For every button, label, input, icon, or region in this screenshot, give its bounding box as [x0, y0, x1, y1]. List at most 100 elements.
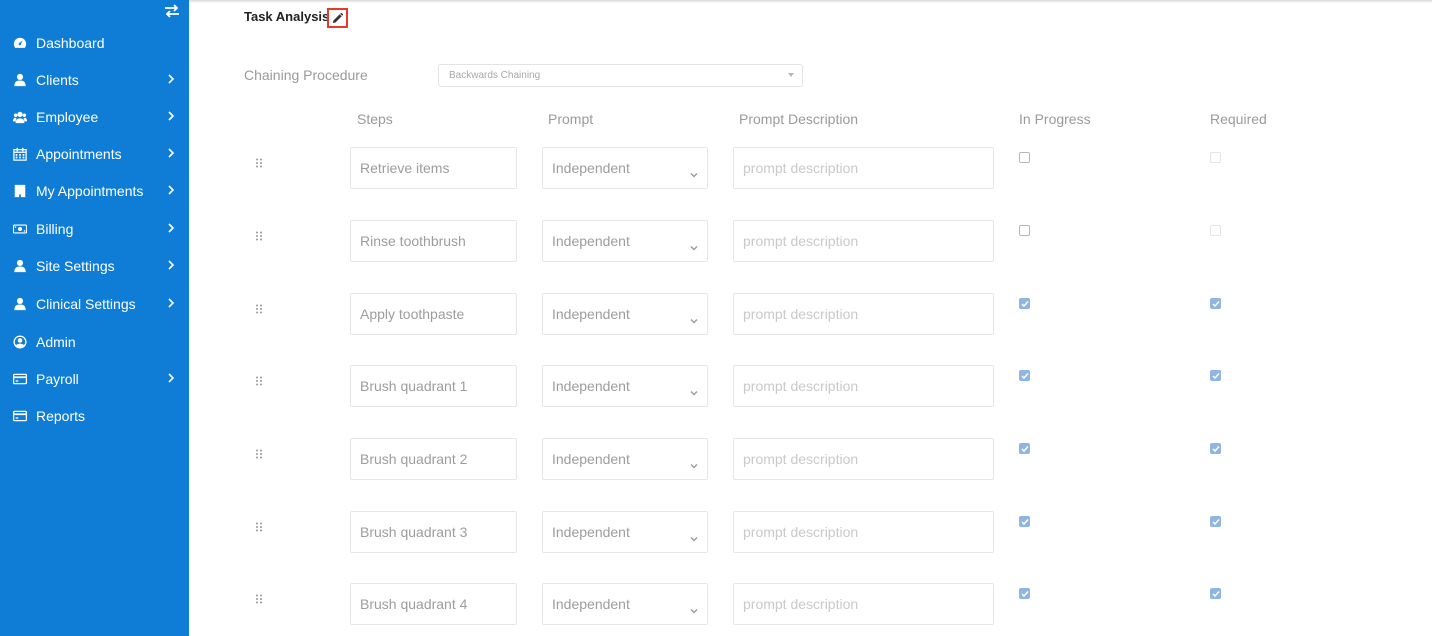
- prompt-value: Independent: [552, 233, 630, 249]
- drag-handle-icon[interactable]: [255, 519, 263, 532]
- in-progress-checkbox[interactable]: [1019, 225, 1030, 236]
- step-name-value: Brush quadrant 2: [360, 451, 468, 467]
- chaining-procedure-select[interactable]: Backwards Chaining: [438, 64, 803, 87]
- task-step-row: Apply toothpaste Independent prompt descri…: [240, 293, 1432, 335]
- prompt-description-placeholder: prompt description: [743, 524, 859, 540]
- sidebar-item-clients[interactable]: Clients: [0, 61, 189, 98]
- building-icon: [12, 183, 28, 199]
- dashboard-icon: [12, 35, 28, 51]
- prompt-description-placeholder: prompt description: [743, 160, 859, 176]
- column-header-in-progress: In Progress: [1019, 111, 1091, 127]
- prompt-select[interactable]: Independent: [542, 583, 708, 625]
- chaining-procedure-label: Chaining Procedure: [244, 67, 368, 83]
- prompt-value: Independent: [552, 451, 630, 467]
- chevron-right-icon: [167, 183, 175, 195]
- sidebar-item-billing[interactable]: Billing: [0, 210, 189, 247]
- prompt-description-placeholder: prompt description: [743, 451, 859, 467]
- step-name-input[interactable]: Retrieve items: [350, 147, 517, 189]
- prompt-value: Independent: [552, 378, 630, 394]
- required-checkbox[interactable]: [1210, 443, 1221, 454]
- chevron-down-icon: [690, 383, 698, 396]
- required-checkbox[interactable]: [1210, 516, 1221, 527]
- step-name-input[interactable]: Brush quadrant 4: [350, 583, 517, 625]
- sidebar-item-payroll[interactable]: Payroll: [0, 360, 189, 397]
- step-name-input[interactable]: Rinse toothbrush: [350, 220, 517, 262]
- prompt-select[interactable]: Independent: [542, 147, 708, 189]
- in-progress-checkbox[interactable]: [1019, 588, 1030, 599]
- in-progress-checkbox[interactable]: [1019, 516, 1030, 527]
- step-name-input[interactable]: Apply toothpaste: [350, 293, 517, 335]
- chevron-down-icon: [690, 601, 698, 614]
- prompt-value: Independent: [552, 596, 630, 612]
- sidebar-item-reports[interactable]: Reports: [0, 397, 189, 434]
- required-checkbox[interactable]: [1210, 225, 1221, 236]
- user-icon: [12, 296, 28, 312]
- prompt-description-input[interactable]: prompt description: [733, 147, 994, 189]
- edit-button[interactable]: [327, 8, 348, 28]
- prompt-description-input[interactable]: prompt description: [733, 583, 994, 625]
- required-checkbox[interactable]: [1210, 298, 1221, 309]
- drag-handle-icon[interactable]: [255, 301, 263, 314]
- sidebar-item-employee[interactable]: Employee: [0, 98, 189, 135]
- calendar-icon: [12, 146, 28, 162]
- top-shadow: [189, 0, 1432, 3]
- user-icon: [12, 258, 28, 274]
- in-progress-checkbox[interactable]: [1019, 370, 1030, 381]
- prompt-description-placeholder: prompt description: [743, 378, 859, 394]
- prompt-description-input[interactable]: prompt description: [733, 365, 994, 407]
- prompt-description-input[interactable]: prompt description: [733, 438, 994, 480]
- in-progress-checkbox[interactable]: [1019, 443, 1030, 454]
- task-step-row: Brush quadrant 4 Independent prompt descri…: [240, 583, 1432, 625]
- step-name-input[interactable]: Brush quadrant 1: [350, 365, 517, 407]
- sidebar: Dashboard Clients Employee Appointments …: [0, 0, 189, 636]
- step-name-input[interactable]: Brush quadrant 2: [350, 438, 517, 480]
- required-checkbox[interactable]: [1210, 152, 1221, 163]
- task-step-row: Rinse toothbrush Independent prompt descri…: [240, 220, 1432, 262]
- prompt-description-input[interactable]: prompt description: [733, 511, 994, 553]
- in-progress-checkbox[interactable]: [1019, 298, 1030, 309]
- sidebar-item-clinical-settings[interactable]: Clinical Settings: [0, 285, 189, 322]
- sidebar-item-site-settings[interactable]: Site Settings: [0, 247, 189, 284]
- page-title: Task Analysis: [244, 9, 330, 24]
- drag-handle-icon[interactable]: [255, 228, 263, 241]
- step-name-input[interactable]: Brush quadrant 3: [350, 511, 517, 553]
- drag-handle-icon[interactable]: [255, 373, 263, 386]
- users-icon: [12, 109, 28, 125]
- required-checkbox[interactable]: [1210, 588, 1221, 599]
- chevron-down-icon: [690, 456, 698, 469]
- prompt-select[interactable]: Independent: [542, 220, 708, 262]
- prompt-value: Independent: [552, 524, 630, 540]
- prompt-description-input[interactable]: prompt description: [733, 220, 994, 262]
- step-name-value: Brush quadrant 1: [360, 378, 468, 394]
- credit-card-icon: [12, 408, 28, 424]
- step-name-value: Brush quadrant 4: [360, 596, 468, 612]
- sidebar-item-my-appointments[interactable]: My Appointments: [0, 172, 189, 209]
- chevron-down-icon: [690, 529, 698, 542]
- chevron-down-icon: [690, 165, 698, 178]
- credit-card-icon: [12, 371, 28, 387]
- prompt-description-input[interactable]: prompt description: [733, 293, 994, 335]
- sidebar-toggle-icon[interactable]: [163, 4, 181, 18]
- prompt-select[interactable]: Independent: [542, 365, 708, 407]
- prompt-select[interactable]: Independent: [542, 438, 708, 480]
- chevron-right-icon: [167, 296, 175, 308]
- chaining-procedure-value: Backwards Chaining: [449, 70, 541, 81]
- prompt-description-placeholder: prompt description: [743, 306, 859, 322]
- sidebar-item-admin[interactable]: Admin: [0, 323, 189, 360]
- prompt-select[interactable]: Independent: [542, 293, 708, 335]
- drag-handle-icon[interactable]: [255, 591, 263, 604]
- sidebar-item-label: Site Settings: [36, 257, 115, 274]
- required-checkbox[interactable]: [1210, 370, 1221, 381]
- sidebar-item-dashboard[interactable]: Dashboard: [0, 24, 189, 61]
- step-name-value: Rinse toothbrush: [360, 233, 466, 249]
- drag-handle-icon[interactable]: [255, 446, 263, 459]
- sidebar-item-label: My Appointments: [36, 182, 144, 199]
- money-icon: [12, 221, 28, 237]
- chevron-right-icon: [167, 371, 175, 383]
- in-progress-checkbox[interactable]: [1019, 152, 1030, 163]
- drag-handle-icon[interactable]: [255, 155, 263, 168]
- sidebar-item-label: Payroll: [36, 370, 79, 387]
- sidebar-item-label: Employee: [36, 108, 99, 125]
- sidebar-item-appointments[interactable]: Appointments: [0, 135, 189, 172]
- prompt-select[interactable]: Independent: [542, 511, 708, 553]
